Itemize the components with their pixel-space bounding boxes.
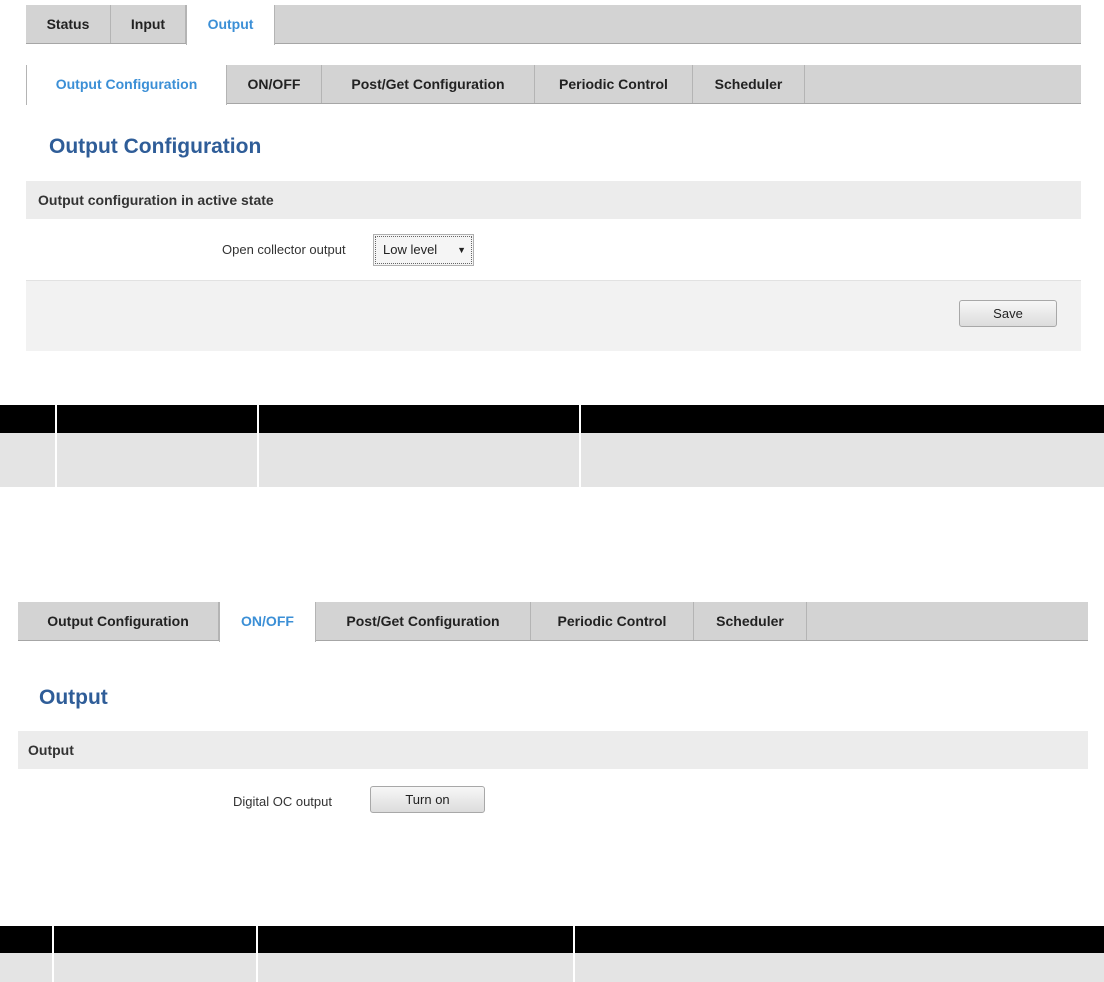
- sub-tab-bar-1: Output Configuration ON/OFF Post/Get Con…: [26, 65, 1081, 105]
- tab-on-off[interactable]: ON/OFF: [227, 65, 322, 103]
- tab-scheduler[interactable]: Scheduler: [693, 65, 805, 103]
- table-header-band: [0, 926, 1104, 953]
- select-value: Low level: [383, 242, 438, 257]
- tab-output-configuration[interactable]: Output Configuration: [18, 602, 219, 640]
- open-collector-select[interactable]: Low level ▼: [373, 234, 474, 266]
- page-title: Output Configuration: [49, 135, 262, 158]
- tab-output[interactable]: Output: [186, 5, 275, 45]
- save-button[interactable]: Save: [959, 300, 1057, 327]
- section-header: Output: [18, 731, 1088, 769]
- tab-input[interactable]: Input: [111, 5, 186, 43]
- tab-periodic-control[interactable]: Periodic Control: [535, 65, 693, 103]
- turn-on-button[interactable]: Turn on: [370, 786, 485, 813]
- field-label-digital-oc: Digital OC output: [233, 794, 332, 809]
- table-row-band: [0, 953, 1104, 982]
- section-header: Output configuration in active state: [26, 181, 1081, 219]
- tab-status[interactable]: Status: [26, 5, 111, 43]
- sub-tab-bar-2: Output Configuration ON/OFF Post/Get Con…: [18, 602, 1088, 642]
- tab-periodic-control[interactable]: Periodic Control: [531, 602, 694, 640]
- tab-on-off[interactable]: ON/OFF: [219, 602, 316, 642]
- top-tab-bar: Status Input Output: [26, 5, 1081, 45]
- tab-output-configuration[interactable]: Output Configuration: [26, 65, 227, 105]
- page-title: Output: [39, 686, 108, 709]
- tab-post-get-configuration[interactable]: Post/Get Configuration: [322, 65, 535, 103]
- dropdown-arrow-icon: ▼: [457, 245, 466, 255]
- tab-scheduler[interactable]: Scheduler: [694, 602, 807, 640]
- table-row-band: [0, 433, 1104, 487]
- form-footer: Save: [26, 280, 1081, 351]
- field-label-open-collector: Open collector output: [222, 242, 346, 257]
- tab-post-get-configuration[interactable]: Post/Get Configuration: [316, 602, 531, 640]
- table-header-band: [0, 405, 1104, 433]
